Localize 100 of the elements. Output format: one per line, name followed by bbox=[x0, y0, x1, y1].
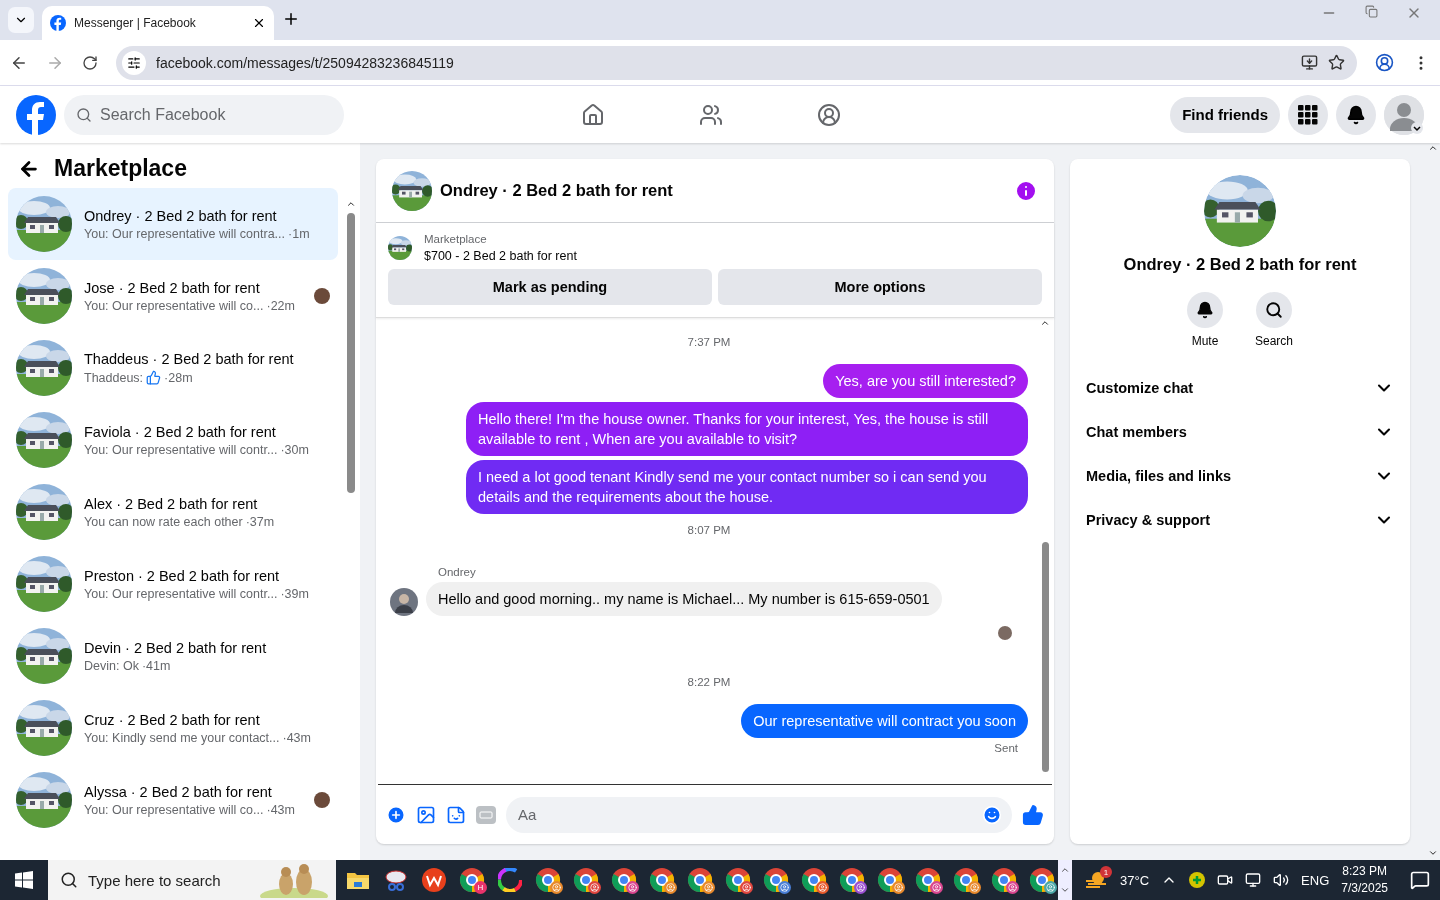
listing-source: Marketplace bbox=[424, 233, 488, 245]
browser-icon bbox=[839, 867, 865, 893]
facebook-logo-icon[interactable] bbox=[16, 94, 56, 135]
sticker-icon[interactable] bbox=[446, 804, 466, 825]
office-app-icon bbox=[422, 868, 446, 892]
browser-icon bbox=[1029, 867, 1055, 893]
add-icon[interactable] bbox=[386, 804, 406, 825]
conversation-item[interactable]: Alex · 2 Bed 2 bath for rent You can now rate each other ·37m bbox=[8, 476, 338, 548]
conversation-item[interactable]: Preston · 2 Bed 2 bath for rent You: Our representative will contr... ·39m bbox=[8, 548, 338, 620]
taskbar-search-field[interactable]: Type here to search bbox=[48, 860, 336, 900]
scrollbar-thumb[interactable] bbox=[1041, 542, 1049, 772]
section-toggle[interactable]: Chat members bbox=[1086, 410, 1394, 454]
notifications-button[interactable] bbox=[1336, 94, 1376, 135]
sent-message-bubble: I need a lot good tenant Kindly send me your contact number so i can send you details and the requirements about the house. bbox=[466, 460, 1028, 514]
message-status: Sent bbox=[994, 742, 1018, 754]
browser-icon bbox=[953, 867, 979, 893]
clock[interactable]: 8:23 PM 7/3/2025 bbox=[1341, 863, 1388, 897]
message-timestamp: 8:07 PM bbox=[687, 524, 731, 536]
browser-tab[interactable]: Messenger | Facebook bbox=[42, 6, 274, 40]
message-timestamp: 8:22 PM bbox=[687, 676, 731, 688]
scissors-icon bbox=[384, 868, 408, 892]
grid-icon bbox=[1298, 104, 1318, 125]
notification-badge: 1 bbox=[1100, 866, 1113, 878]
message-preview: Thaddeus: bbox=[84, 370, 144, 385]
conversation-title: Cruz · 2 Bed 2 bath for rent bbox=[84, 711, 261, 728]
find-friends-button[interactable]: Find friends bbox=[1170, 96, 1280, 133]
notifications-icon[interactable] bbox=[1410, 870, 1430, 890]
windows-start-icon[interactable] bbox=[15, 871, 33, 889]
new-tab-icon[interactable] bbox=[282, 10, 300, 28]
listing-action-button[interactable]: More options bbox=[718, 269, 1042, 305]
browser-icon bbox=[573, 867, 599, 893]
conversation-title: Ondrey · 2 Bed 2 bath for rent bbox=[84, 207, 278, 224]
tab-list-button[interactable] bbox=[8, 7, 34, 33]
volume-icon[interactable] bbox=[1273, 872, 1290, 888]
conversation-item[interactable]: Cruz · 2 Bed 2 bath for rent You: Kindly send me your contact... ·43m bbox=[8, 692, 338, 764]
message-field[interactable]: Aa bbox=[506, 796, 1012, 833]
message-preview: Devin: Ok bbox=[84, 658, 139, 673]
account-button[interactable] bbox=[1384, 94, 1424, 135]
install-icon[interactable] bbox=[1301, 54, 1318, 71]
conversation-item[interactable]: Alyssa · 2 Bed 2 bath for rent You: Our representative will co... ·43m bbox=[8, 764, 338, 836]
section-toggle[interactable]: Privacy & support bbox=[1086, 498, 1394, 542]
listing-action-button[interactable]: Mark as pending bbox=[388, 269, 712, 305]
conversation-title: Faviola · 2 Bed 2 bath for rent bbox=[84, 423, 277, 440]
sent-message-bubble: Yes, are you still interested? bbox=[823, 364, 1028, 398]
conversation-title: Devin · 2 Bed 2 bath for rent bbox=[84, 639, 268, 656]
friends-icon[interactable] bbox=[699, 102, 723, 127]
message-preview: You: Our representative will contra... bbox=[84, 226, 286, 241]
browser-icon bbox=[915, 867, 941, 893]
message-preview: You: Our representative will contr... bbox=[84, 442, 278, 457]
conversation-item[interactable]: Devin · 2 Bed 2 bath for rent Devin: Ok ·41m bbox=[8, 620, 338, 692]
section-title: Marketplace bbox=[54, 155, 187, 182]
network-icon[interactable] bbox=[1245, 872, 1262, 888]
conversation-title: Alyssa · 2 Bed 2 bath for rent bbox=[84, 783, 273, 800]
message-time: ·41m bbox=[141, 658, 171, 673]
menu-grid-button[interactable] bbox=[1288, 94, 1328, 135]
conversation-item[interactable]: Jose · 2 Bed 2 bath for rent You: Our representative will co... ·22m bbox=[8, 260, 338, 332]
conversation-title: Jose · 2 Bed 2 bath for rent bbox=[84, 279, 261, 296]
message-time: ·43m bbox=[266, 802, 295, 817]
photo-icon[interactable] bbox=[416, 804, 436, 825]
bookmark-star-icon[interactable] bbox=[1328, 54, 1345, 71]
restore-icon[interactable] bbox=[1365, 5, 1378, 18]
browser-icon bbox=[611, 867, 637, 893]
tab-title: Messenger | Facebook bbox=[74, 16, 197, 30]
like-icon[interactable] bbox=[1022, 803, 1044, 826]
scroll-up-icon[interactable] bbox=[1428, 143, 1438, 153]
scroll-down-icon[interactable] bbox=[1060, 885, 1070, 895]
browser-icon bbox=[687, 867, 713, 893]
seen-avatar-icon bbox=[998, 626, 1012, 640]
search-field[interactable]: Search Facebook bbox=[64, 94, 344, 135]
conversation-title: Thaddeus · 2 Bed 2 bath for rent bbox=[84, 351, 295, 367]
scroll-down-icon[interactable] bbox=[1428, 848, 1438, 858]
section-toggle[interactable]: Customize chat bbox=[1086, 366, 1394, 410]
scrollbar-thumb[interactable] bbox=[347, 213, 355, 493]
message-timestamp: 7:37 PM bbox=[687, 336, 731, 348]
language-indicator[interactable]: ENG bbox=[1301, 872, 1330, 888]
message-time: ·22m bbox=[266, 298, 295, 313]
scroll-up-icon[interactable] bbox=[1040, 318, 1050, 328]
conversation-title: Alex · 2 Bed 2 bath for rent bbox=[84, 495, 259, 512]
groups-icon[interactable] bbox=[817, 102, 841, 127]
search-icon bbox=[60, 871, 78, 889]
facebook-logo-icon bbox=[50, 15, 66, 31]
section-toggle[interactable]: Media, files and links bbox=[1086, 454, 1394, 498]
profile-icon[interactable] bbox=[1375, 53, 1394, 72]
scroll-up-icon[interactable] bbox=[1060, 865, 1070, 875]
home-icon[interactable] bbox=[581, 102, 605, 127]
browser-icon bbox=[535, 867, 561, 893]
bell-icon bbox=[1196, 301, 1214, 319]
conversation-item[interactable]: Faviola · 2 Bed 2 bath for rent You: Our representative will contr... ·30m bbox=[8, 404, 338, 476]
scroll-up-icon[interactable] bbox=[346, 199, 356, 209]
sent-message-bubble: Hello there! I'm the house owner. Thanks for your interest, Yes, the house is still available to rent , When are you available to visit? bbox=[466, 402, 1028, 456]
site-info-icon[interactable] bbox=[122, 50, 146, 75]
camera-icon[interactable] bbox=[1217, 872, 1234, 888]
conversation-item[interactable]: Ondrey · 2 Bed 2 bath for rent You: Our representative will contra... ·1m bbox=[8, 188, 338, 260]
message-time: ·43m bbox=[282, 730, 311, 745]
plus-circle-icon[interactable] bbox=[1189, 872, 1206, 888]
reload-icon[interactable] bbox=[82, 54, 98, 71]
close-icon[interactable] bbox=[252, 16, 266, 30]
received-message-bubble: Hello and good morning.. my name is Michael... My number is 615-659-0501 bbox=[426, 582, 942, 616]
listing-title[interactable]: $700 - 2 Bed 2 bath for rent bbox=[424, 249, 577, 263]
conversation-item[interactable]: Thaddeus · 2 Bed 2 bath for rent Thaddeus: ·28m bbox=[8, 332, 338, 404]
